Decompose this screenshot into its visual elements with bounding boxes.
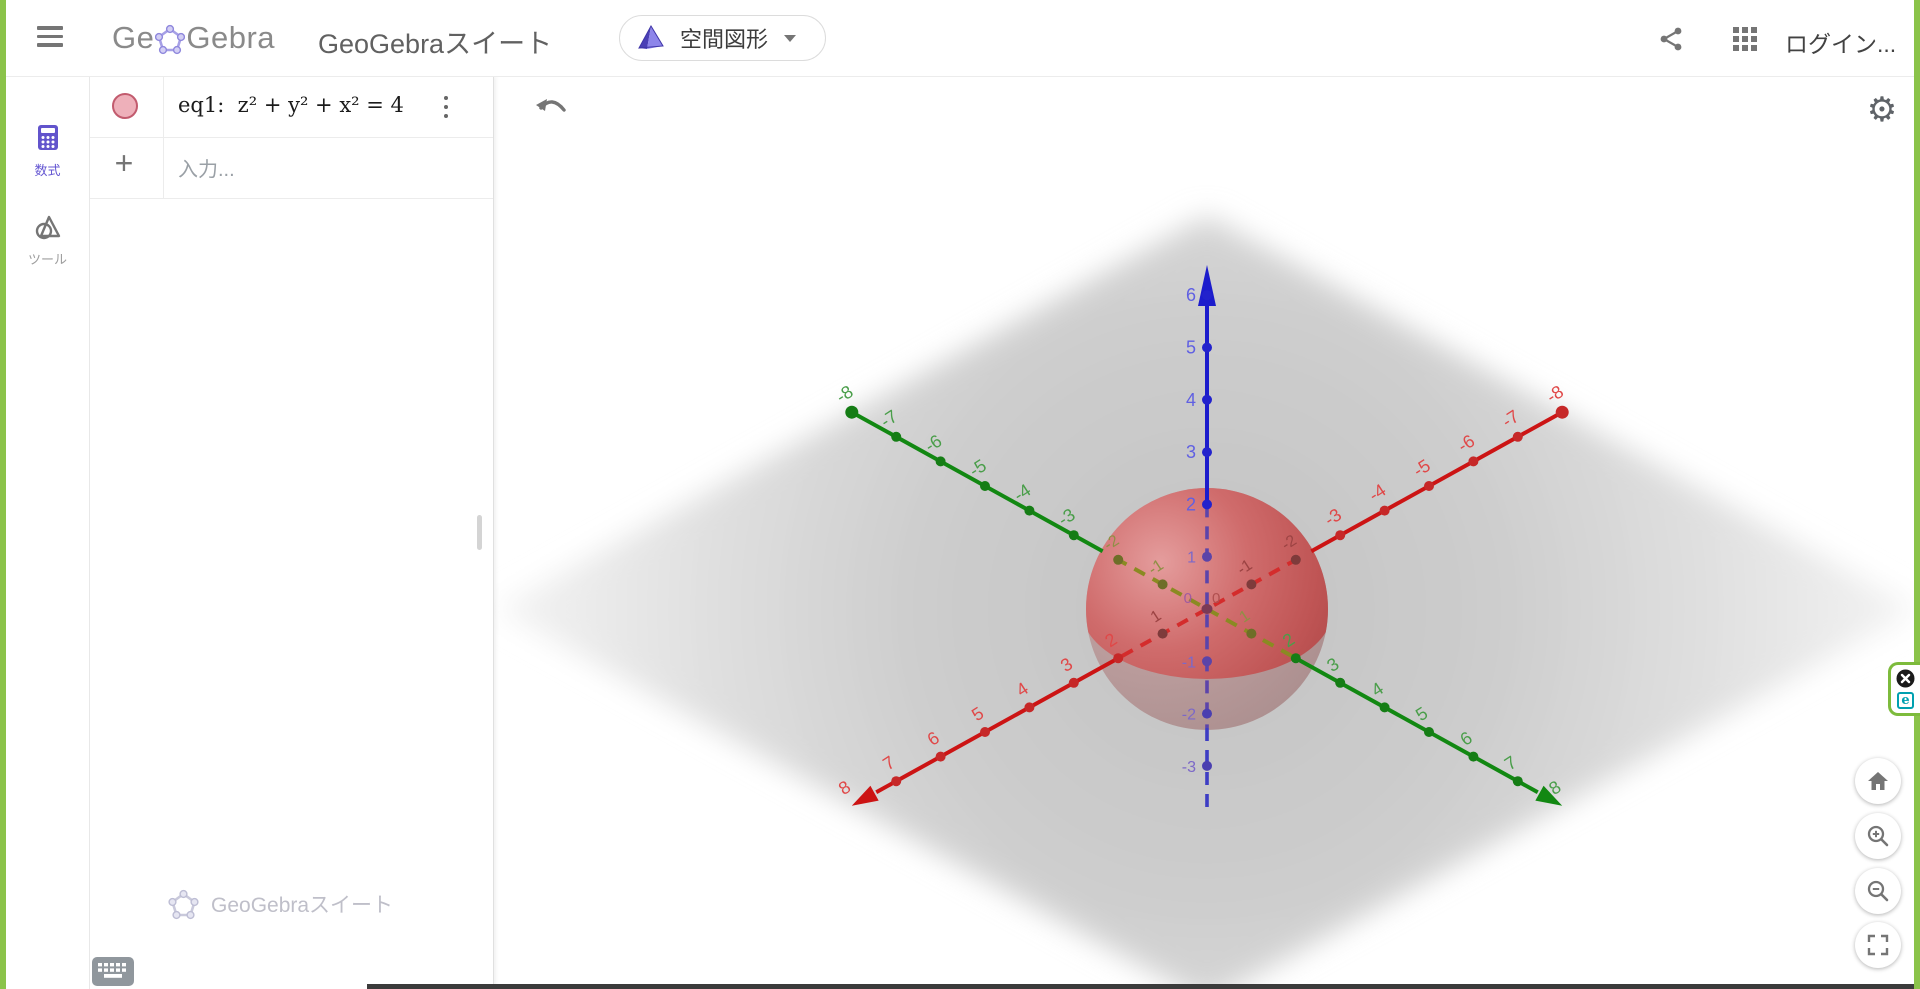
fullscreen-icon: [1867, 934, 1889, 956]
panel-scrollbar[interactable]: [477, 515, 482, 550]
pyramid-icon: [636, 24, 666, 52]
menu-icon[interactable]: [37, 26, 65, 50]
sidebar-item-label: 数式: [6, 160, 89, 179]
divider: [89, 198, 493, 199]
app-switcher-label: 空間図形: [680, 22, 768, 54]
zoom-in-icon: [1866, 824, 1890, 848]
svg-text:2: 2: [1186, 494, 1196, 514]
home-icon: [1866, 769, 1890, 793]
svg-text:4: 4: [1186, 390, 1196, 410]
zoom-out-icon: [1866, 879, 1890, 903]
3d-graphics-view[interactable]: -8-7-6-5-4-3-2-112345678-8-7-6-5-4-3-2-1…: [493, 76, 1914, 989]
virtual-keyboard-button[interactable]: [92, 957, 134, 986]
svg-text:0: 0: [1212, 590, 1220, 607]
home-view-button[interactable]: [1855, 758, 1901, 804]
equation-row-text[interactable]: eq1: z² + y² + x² = 4: [178, 93, 404, 117]
row-menu-icon[interactable]: [434, 90, 458, 124]
antivirus-overlay-widget: e: [1888, 662, 1920, 716]
undo-button[interactable]: [533, 93, 569, 125]
zoom-in-button[interactable]: [1855, 813, 1901, 859]
gear-icon: ⚙: [1867, 90, 1897, 130]
add-input-button[interactable]: +: [100, 141, 148, 185]
chevron-down-icon: [784, 35, 796, 42]
share-icon: [1658, 26, 1684, 52]
svg-text:6: 6: [1186, 285, 1196, 305]
fullscreen-button[interactable]: [1855, 922, 1901, 968]
logo-text-right: Gebra: [186, 20, 275, 56]
geogebra-pentagon-icon: [168, 888, 199, 920]
apps-grid-button[interactable]: [1728, 22, 1762, 56]
tools-icon: [34, 214, 62, 240]
window-bottom-edge: [367, 984, 1914, 989]
svg-text:3: 3: [1186, 442, 1196, 462]
sidebar-item-algebra[interactable]: 数式: [6, 124, 89, 179]
screen-edge-left: [0, 0, 6, 989]
app-header: Ge Gebra GeoGebraスイート 空間図形: [6, 0, 1914, 77]
svg-text:-8: -8: [1543, 381, 1567, 406]
screen-edge-right: [1914, 0, 1920, 989]
undo-icon: [533, 93, 569, 123]
watermark-text: GeoGebraスイート: [211, 889, 393, 919]
svg-text:0: 0: [1184, 590, 1192, 607]
svg-text:-2: -2: [1182, 707, 1196, 724]
svg-text:1: 1: [1187, 550, 1196, 567]
3d-scene[interactable]: -8-7-6-5-4-3-2-112345678-8-7-6-5-4-3-2-1…: [493, 76, 1914, 989]
zoom-out-button[interactable]: [1855, 868, 1901, 914]
svg-text:5: 5: [1186, 338, 1196, 358]
suite-title: GeoGebraスイート: [318, 22, 552, 61]
apps-grid-icon: [1732, 26, 1758, 52]
logo-text-left: Ge: [112, 20, 154, 56]
login-button[interactable]: ログイン...: [1785, 25, 1896, 59]
geogebra-pentagon-icon: [155, 23, 185, 55]
svg-text:-3: -3: [1182, 759, 1196, 776]
calculator-icon: [37, 124, 59, 151]
svg-text:-8: -8: [832, 381, 856, 406]
divider: [89, 137, 493, 138]
app-switcher-dropdown[interactable]: 空間図形: [619, 15, 826, 61]
share-button[interactable]: [1654, 22, 1688, 56]
eset-logo-icon[interactable]: e: [1897, 692, 1914, 709]
graphics-settings-button[interactable]: ⚙: [1863, 91, 1901, 129]
sidebar-item-tools[interactable]: ツール: [6, 214, 89, 268]
left-rail: 数式 ツール: [6, 76, 90, 989]
object-visibility-toggle[interactable]: [112, 93, 138, 119]
keyboard-icon: [96, 961, 130, 983]
algebra-panel: eq1: z² + y² + x² = 4 + 入力... GeoGebraスイ…: [89, 76, 494, 989]
origin-point: [1202, 604, 1213, 614]
geogebra-logo: Ge Gebra: [112, 18, 275, 58]
close-icon[interactable]: [1896, 669, 1915, 688]
algebra-input[interactable]: 入力...: [178, 153, 235, 182]
svg-text:-1: -1: [1182, 654, 1196, 671]
watermark: GeoGebraスイート: [168, 888, 393, 920]
sidebar-item-label: ツール: [6, 249, 89, 268]
